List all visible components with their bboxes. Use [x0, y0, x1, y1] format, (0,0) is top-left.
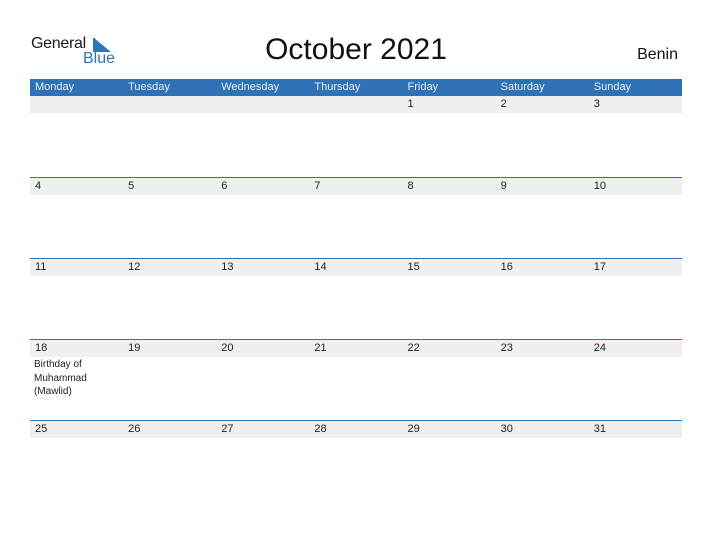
- day-number: 18: [35, 342, 48, 354]
- day-number: 1: [407, 98, 414, 110]
- holiday-event: [30, 276, 123, 277]
- holiday-event: [123, 113, 216, 114]
- holiday-event: [309, 195, 402, 196]
- holiday-event: [216, 113, 309, 114]
- holiday-event: [496, 438, 589, 439]
- holiday-event: [589, 195, 682, 196]
- day-number: 25: [35, 423, 48, 435]
- day-number: [123, 96, 216, 113]
- holiday-event: [496, 357, 589, 399]
- events-row: [30, 276, 682, 277]
- day-number: 29: [407, 423, 420, 435]
- day-number: 21: [314, 342, 327, 354]
- day-number: 23: [500, 342, 513, 354]
- holiday-event: [403, 438, 496, 439]
- day-number: 4: [35, 180, 42, 192]
- weekday-header: Monday Tuesday Wednesday Thursday Friday…: [30, 79, 682, 96]
- holiday-event: [403, 195, 496, 196]
- day-number: 11: [35, 261, 47, 273]
- holiday-event: [589, 357, 682, 399]
- holiday-event: [30, 195, 123, 196]
- holiday-event: [216, 438, 309, 439]
- day-number: 12: [128, 261, 141, 273]
- day-number: 7: [314, 180, 321, 192]
- country-label: Benin: [637, 46, 678, 63]
- date-strip: 18 19 20 21 22 23 24: [30, 340, 682, 357]
- holiday-event: [309, 113, 402, 114]
- events-row: [30, 195, 682, 196]
- day-number: 9: [500, 180, 507, 192]
- day-number: 20: [221, 342, 234, 354]
- day-number: 26: [128, 423, 141, 435]
- weekday-friday: Friday: [407, 81, 439, 93]
- holiday-event: [403, 113, 496, 114]
- day-number: 3: [593, 98, 600, 110]
- holiday-event: [589, 113, 682, 114]
- holiday-event: [403, 357, 496, 399]
- day-number: 27: [221, 423, 234, 435]
- day-number: [216, 96, 309, 113]
- holiday-event: [589, 438, 682, 439]
- week-row: 4 5 6 7 8 9 10: [30, 177, 682, 258]
- holiday-event: [123, 195, 216, 196]
- weekday-sunday: Sunday: [593, 81, 632, 93]
- week-row: 25 26 27 28 29 30 31: [30, 420, 682, 501]
- holiday-event: [123, 357, 216, 399]
- holiday-event: [589, 276, 682, 277]
- week-row: 11 12 13 14 15 16 17: [30, 258, 682, 339]
- weekday-monday: Monday: [35, 81, 75, 93]
- weekday-wednesday: Wednesday: [221, 81, 280, 93]
- week-row: 1 2 3: [30, 96, 682, 177]
- day-number: 17: [593, 261, 606, 273]
- day-number: 24: [593, 342, 606, 354]
- events-row: [30, 113, 682, 114]
- day-number: 15: [407, 261, 420, 273]
- weekday-saturday: Saturday: [500, 81, 545, 93]
- day-number: 16: [500, 261, 513, 273]
- date-strip: 25 26 27 28 29 30 31: [30, 421, 682, 438]
- date-strip: 4 5 6 7 8 9 10: [30, 178, 682, 195]
- day-number: 10: [593, 180, 606, 192]
- holiday-event: [30, 113, 123, 114]
- holiday-event: [216, 357, 309, 399]
- day-number: 8: [407, 180, 414, 192]
- day-number: 30: [500, 423, 513, 435]
- day-number: 22: [407, 342, 420, 354]
- holiday-event: [123, 438, 216, 439]
- holiday-event: [216, 276, 309, 277]
- day-number: 19: [128, 342, 141, 354]
- day-number: 31: [593, 423, 606, 435]
- events-row: [30, 438, 682, 439]
- day-number: [309, 96, 402, 113]
- day-number: 2: [500, 98, 507, 110]
- holiday-event: [30, 438, 123, 439]
- holiday-event: [496, 195, 589, 196]
- holiday-event: [496, 113, 589, 114]
- holiday-event: [309, 357, 402, 399]
- weekday-tuesday: Tuesday: [128, 81, 170, 93]
- day-number: 13: [221, 261, 234, 273]
- holiday-event: [216, 195, 309, 196]
- weekday-thursday: Thursday: [314, 81, 361, 93]
- holiday-event: [123, 276, 216, 277]
- day-number: 28: [314, 423, 327, 435]
- date-strip: 1 2 3: [30, 96, 682, 113]
- day-number: [30, 96, 123, 113]
- events-row: Birthday of Muhammad (Mawlid): [30, 357, 682, 399]
- holiday-event: Birthday of Muhammad (Mawlid): [34, 359, 87, 397]
- week-row: 18 19 20 21 22 23 24 Birthday of Muhammad (Mawl…: [30, 339, 682, 420]
- holiday-event: [403, 276, 496, 277]
- holiday-event: [309, 276, 402, 277]
- date-strip: 11 12 13 14 15 16 17: [30, 259, 682, 276]
- holiday-event: [496, 276, 589, 277]
- holiday-event: [309, 438, 402, 439]
- day-number: 5: [128, 180, 135, 192]
- calendar-grid: Monday Tuesday Wednesday Thursday Friday…: [30, 79, 682, 501]
- day-number: 14: [314, 261, 327, 273]
- calendar-title: October 2021: [265, 33, 447, 66]
- day-number: 6: [221, 180, 228, 192]
